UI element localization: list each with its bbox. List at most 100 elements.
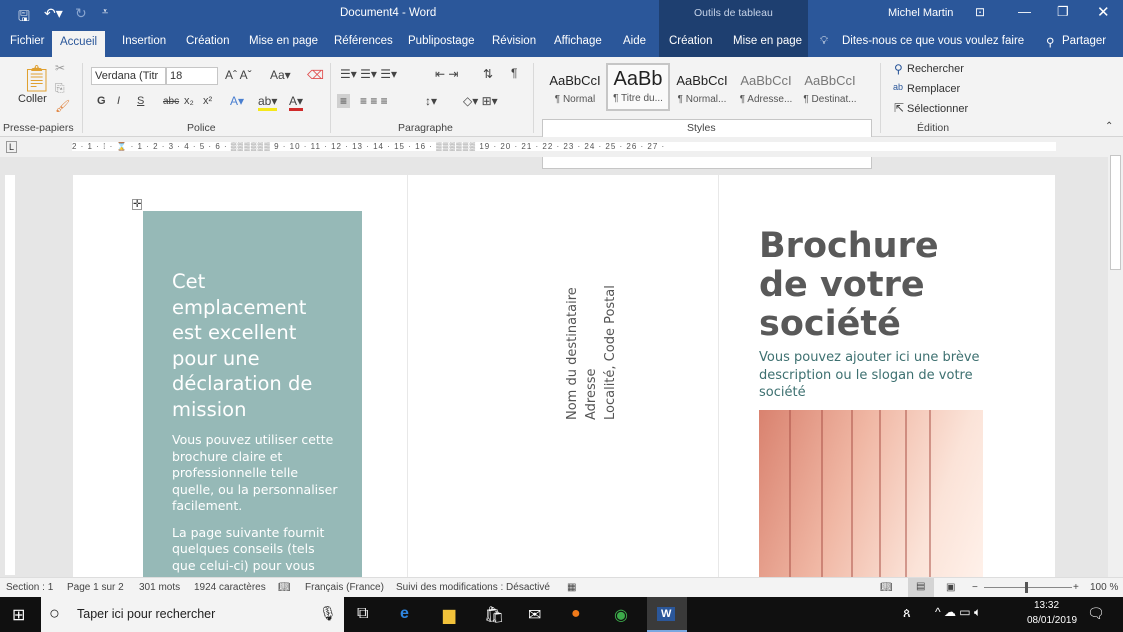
select-button[interactable]: Sélectionner <box>907 103 968 115</box>
tab-insertion[interactable]: Insertion <box>122 35 166 47</box>
status-track-changes[interactable]: Suivi des modifications : Désactivé <box>396 582 550 593</box>
line-spacing-icon[interactable]: ↕▾ <box>425 94 437 108</box>
macro-icon[interactable]: ▦ <box>567 582 576 593</box>
subscript-button[interactable]: x₂ <box>184 95 194 107</box>
clock-time[interactable]: 13:32 <box>1034 600 1059 611</box>
pilcrow-icon[interactable]: ¶ <box>511 66 517 80</box>
brochure-title[interactable]: Brochure de votre société <box>759 227 979 344</box>
mission-paragraph-2[interactable]: La page suivante fournit quelques consei… <box>172 525 342 575</box>
cut-icon[interactable]: ✂ <box>55 61 65 75</box>
task-view-icon[interactable]: ⧉ <box>357 605 368 623</box>
recipient-street[interactable]: Adresse <box>582 285 601 420</box>
chrome-icon[interactable]: ◉ <box>614 605 628 625</box>
read-mode-icon[interactable]: 📖︎ <box>880 582 893 593</box>
status-words[interactable]: 301 mots <box>139 582 180 593</box>
tell-me-input[interactable]: Dites-nous ce que vous voulez faire <box>842 35 1024 47</box>
minimize-icon[interactable]: — <box>1018 4 1031 19</box>
strikethrough-button[interactable]: abc <box>163 96 179 107</box>
status-language[interactable]: Français (France) <box>305 582 384 593</box>
tab-table-mise-en-page[interactable]: Mise en page <box>733 35 802 47</box>
mission-paragraph-1[interactable]: Vous pouvez utiliser cette brochure clai… <box>172 432 342 515</box>
taskbar-search[interactable]: ○ Taper ici pour rechercher 🎙︎ <box>41 597 344 632</box>
people-icon[interactable]: ጰ <box>903 605 911 621</box>
ribbon-display-icon[interactable]: ⊡ <box>975 5 985 19</box>
font-color-icon[interactable]: A▾ <box>289 94 304 111</box>
paste-icon[interactable]: 📋︎ <box>20 63 53 94</box>
recipient-name[interactable]: Nom du destinataire <box>563 285 582 420</box>
style-destinataire[interactable]: AaBbCcI ¶ Destinat... <box>798 63 862 111</box>
recipient-city[interactable]: Localité, Code Postal <box>601 285 620 420</box>
copy-icon[interactable]: ⎘ <box>55 81 65 96</box>
cortana-icon[interactable]: ○ <box>49 603 60 624</box>
style-normal-2[interactable]: AaBbCcI ¶ Normal... <box>670 63 734 111</box>
tab-selector[interactable]: L <box>6 141 18 153</box>
grow-font-icon[interactable]: Aˆ Aˇ <box>225 68 252 82</box>
collapse-ribbon-icon[interactable]: ⌃ <box>1105 121 1113 132</box>
tray-icons[interactable]: ^ ☁ ▭ 🔈︎ <box>935 605 981 620</box>
recipient-address[interactable]: Nom du destinataire Adresse Localité, Co… <box>563 285 620 420</box>
italic-button[interactable]: I <box>117 95 120 107</box>
style-adresse[interactable]: AaBbCcI ¶ Adresse... <box>734 63 798 111</box>
save-icon[interactable]: 🖫 <box>18 6 30 30</box>
tab-aide[interactable]: Aide <box>623 35 646 47</box>
tab-publipostage[interactable]: Publipostage <box>408 35 475 47</box>
document-page[interactable]: ✛ Cet emplacement est excellent pour une… <box>73 175 1055 577</box>
print-layout-icon[interactable]: ▤ <box>908 578 934 597</box>
status-page[interactable]: Page 1 sur 2 <box>67 582 124 593</box>
tab-fichier[interactable]: Fichier <box>10 35 45 47</box>
notifications-icon[interactable]: 🗨︎ <box>1087 605 1105 622</box>
sort-icon[interactable]: ⇅ <box>483 67 493 81</box>
replace-icon[interactable]: ab <box>893 82 903 92</box>
superscript-button[interactable]: x² <box>203 95 212 107</box>
taskbar-search-input[interactable]: Taper ici pour rechercher <box>77 607 215 621</box>
indent-icon[interactable]: ⇤ ⇥ <box>435 67 458 81</box>
find-icon[interactable]: ⚲ <box>894 62 903 76</box>
edge-icon[interactable]: e <box>400 605 409 623</box>
text-effects-icon[interactable]: A▾ <box>230 94 244 108</box>
file-explorer-icon[interactable]: ▆ <box>443 605 455 625</box>
close-icon[interactable]: ✕ <box>1097 3 1110 21</box>
align-left-icon[interactable]: ≡ <box>337 94 351 108</box>
select-icon[interactable]: ⇱ <box>894 101 904 115</box>
zoom-slider[interactable] <box>984 587 1072 588</box>
clock-date[interactable]: 08/01/2019 <box>1027 615 1077 626</box>
highlight-icon[interactable]: ab▾ <box>258 94 278 111</box>
style-normal[interactable]: AaBbCcI ¶ Normal <box>543 63 607 111</box>
replace-button[interactable]: Remplacer <box>907 83 960 95</box>
shading-icon[interactable]: ◇▾ ⊞▾ <box>463 94 498 108</box>
brochure-description[interactable]: Vous pouvez ajouter ici une brève descri… <box>759 349 989 402</box>
change-case-icon[interactable]: Aa▾ <box>270 68 291 82</box>
ruler-scale[interactable]: 2 · 1 · ⁞ · ⌛ · 1 · 2 · 3 · 4 · 5 · 6 · … <box>72 142 1056 151</box>
restore-icon[interactable]: ❐ <box>1057 4 1069 20</box>
tab-affichage[interactable]: Affichage <box>554 35 602 47</box>
status-section[interactable]: Section : 1 <box>6 582 53 593</box>
table-move-handle-icon[interactable]: ✛ <box>132 199 143 210</box>
proofing-icon[interactable]: 📖︎ <box>278 582 291 593</box>
status-chars[interactable]: 1924 caractères <box>194 582 266 593</box>
paste-button[interactable]: Coller <box>18 93 47 105</box>
bold-button[interactable]: G <box>97 95 106 107</box>
store-icon[interactable]: 🛍︎ <box>484 605 504 625</box>
scrollbar-thumb[interactable] <box>1110 155 1121 270</box>
mission-panel[interactable]: Cet emplacement est excellent pour une d… <box>143 211 362 577</box>
tab-accueil[interactable]: Accueil <box>52 31 106 57</box>
find-button[interactable]: Rechercher <box>907 63 964 75</box>
web-layout-icon[interactable]: ▣ <box>946 582 955 593</box>
user-name[interactable]: Michel Martin <box>888 7 953 19</box>
building-image[interactable] <box>759 410 983 577</box>
zoom-slider-thumb[interactable] <box>1025 582 1028 593</box>
mail-icon[interactable]: ✉ <box>528 605 541 625</box>
zoom-out-button[interactable]: − <box>972 582 978 593</box>
firefox-icon[interactable]: ● <box>571 605 581 623</box>
tab-table-creation[interactable]: Création <box>669 35 712 47</box>
underline-button[interactable]: S <box>137 95 144 107</box>
tab-creation[interactable]: Création <box>186 35 229 47</box>
font-size-select[interactable]: 18 <box>166 67 218 85</box>
microphone-icon[interactable]: 🎙︎ <box>319 605 337 622</box>
windows-start-icon[interactable]: ⊞ <box>12 605 25 625</box>
zoom-level[interactable]: 100 % <box>1090 582 1118 593</box>
zoom-in-button[interactable]: + <box>1073 582 1079 593</box>
bullets-icon[interactable]: ☰▾ ☰▾ ☰▾ <box>340 67 397 81</box>
undo-icon[interactable]: ↶▾ <box>44 5 63 22</box>
tab-revision[interactable]: Révision <box>492 35 536 47</box>
